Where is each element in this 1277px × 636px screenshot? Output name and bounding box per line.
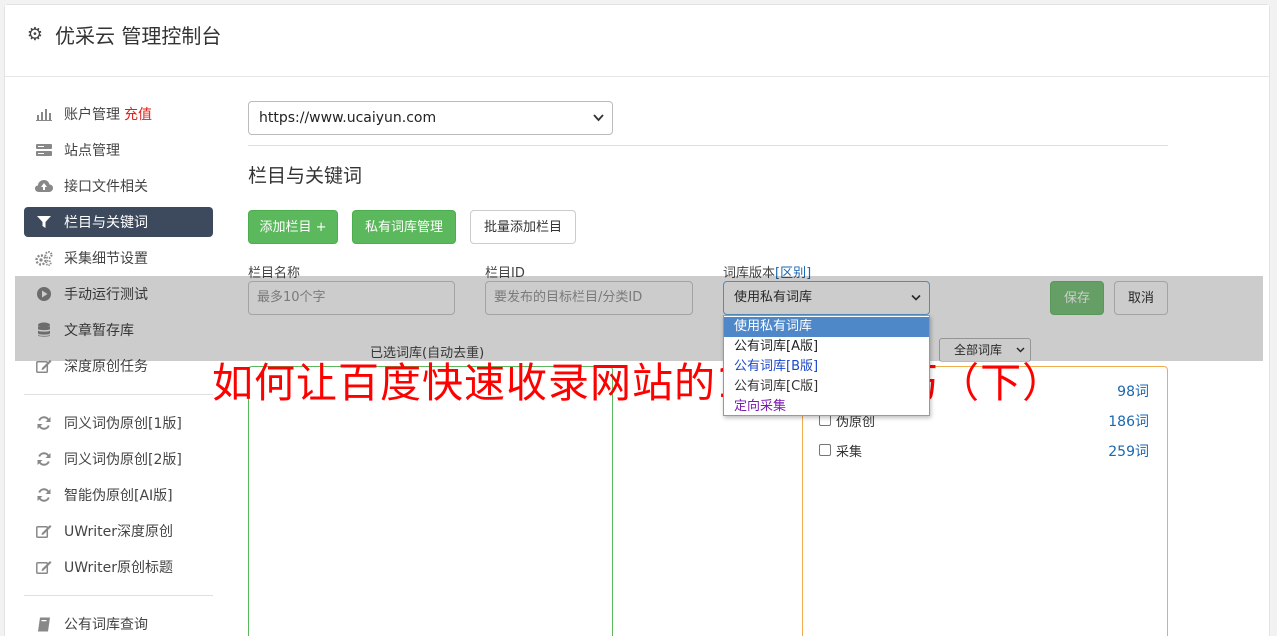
sidebar-item-collect-settings[interactable]: 采集细节设置: [24, 243, 213, 273]
filter-icon: [35, 214, 53, 230]
lib-count: 186词: [1108, 414, 1149, 430]
watermark-title: 如何让百度快速收录网站的11个小技巧（下）: [212, 359, 1065, 407]
sidebar-item-label: 接口文件相关: [64, 179, 148, 195]
lib-count: 259词: [1108, 444, 1149, 460]
sidebar-item-ai-rewrite[interactable]: 智能伪原创[AI版]: [24, 480, 213, 510]
lib-name: 采集: [836, 445, 863, 460]
divider: [248, 145, 1168, 146]
gear-icon: ⚙: [26, 24, 44, 45]
lib-count: 98词: [1117, 384, 1149, 400]
sidebar-item-label: 公有词库查询: [64, 617, 148, 633]
edit-icon: [35, 523, 53, 539]
lib-version-dropdown[interactable]: 使用私有词库 公有词库[A版] 公有词库[B版] 公有词库[C版] 定向采集: [723, 315, 930, 416]
sidebar-item-uwriter-title[interactable]: UWriter原创标题: [24, 552, 213, 582]
dropdown-option[interactable]: 使用私有词库: [724, 317, 929, 337]
chevron-down-icon: [593, 102, 604, 147]
overlay-band: [15, 276, 1263, 361]
site-select[interactable]: https://www.ucaiyun.com: [248, 101, 613, 135]
sidebar-item-account[interactable]: 账户管理 充值: [24, 99, 213, 129]
sidebar-item-label: 账户管理: [64, 107, 120, 123]
page-title: 优采云 管理控制台: [55, 24, 222, 48]
batch-add-button[interactable]: 批量添加栏目: [470, 210, 576, 244]
section-title: 栏目与关键词: [248, 165, 363, 187]
refresh-icon: [35, 415, 53, 431]
sidebar-item-sites[interactable]: 站点管理: [24, 135, 213, 165]
refresh-icon: [35, 451, 53, 467]
sidebar-divider: [24, 394, 213, 395]
book-icon: [35, 616, 53, 632]
server-icon: [35, 142, 53, 158]
cogs-icon: [35, 250, 53, 266]
sidebar-item-public-lib[interactable]: 公有词库查询: [24, 609, 213, 636]
site-select-value: https://www.ucaiyun.com: [259, 110, 437, 126]
sidebar-item-uwriter-deep[interactable]: UWriter深度原创: [24, 516, 213, 546]
sidebar-divider: [24, 595, 213, 596]
sidebar-item-label: 栏目与关键词: [64, 215, 148, 231]
sidebar-item-api-files[interactable]: 接口文件相关: [24, 171, 213, 201]
sidebar-item-label: UWriter深度原创: [64, 524, 173, 540]
refresh-icon: [35, 487, 53, 503]
header-bar: ⚙ 优采云 管理控制台: [5, 5, 1269, 77]
dropdown-option[interactable]: 公有词库[C版]: [724, 377, 929, 397]
sidebar-item-synonym-v1[interactable]: 同义词伪原创[1版]: [24, 408, 213, 438]
dropdown-option[interactable]: 定向采集: [724, 397, 929, 417]
lib-checkbox[interactable]: [819, 444, 831, 456]
edit-icon: [35, 559, 53, 575]
sidebar-item-label: UWriter原创标题: [64, 560, 173, 576]
private-lib-button[interactable]: 私有词库管理: [352, 210, 456, 244]
sidebar-item-label: 站点管理: [64, 143, 120, 159]
dropdown-option[interactable]: 公有词库[B版]: [724, 357, 929, 377]
recharge-link[interactable]: 充值: [124, 104, 152, 124]
bar-chart-icon: [35, 106, 53, 122]
sidebar-item-label: 同义词伪原创[2版]: [64, 452, 182, 468]
sidebar-item-label: 同义词伪原创[1版]: [64, 416, 182, 432]
sidebar-item-synonym-v2[interactable]: 同义词伪原创[2版]: [24, 444, 213, 474]
cloud-upload-icon: [35, 178, 53, 194]
sidebar-item-columns-keywords[interactable]: 栏目与关键词: [24, 207, 213, 237]
list-item[interactable]: 采集 259词: [819, 441, 1149, 461]
sidebar-item-label: 智能伪原创[AI版]: [64, 488, 173, 504]
dropdown-option[interactable]: 公有词库[A版]: [724, 337, 929, 357]
sidebar-item-label: 采集细节设置: [64, 251, 148, 267]
add-column-button[interactable]: 添加栏目 +: [248, 210, 338, 244]
